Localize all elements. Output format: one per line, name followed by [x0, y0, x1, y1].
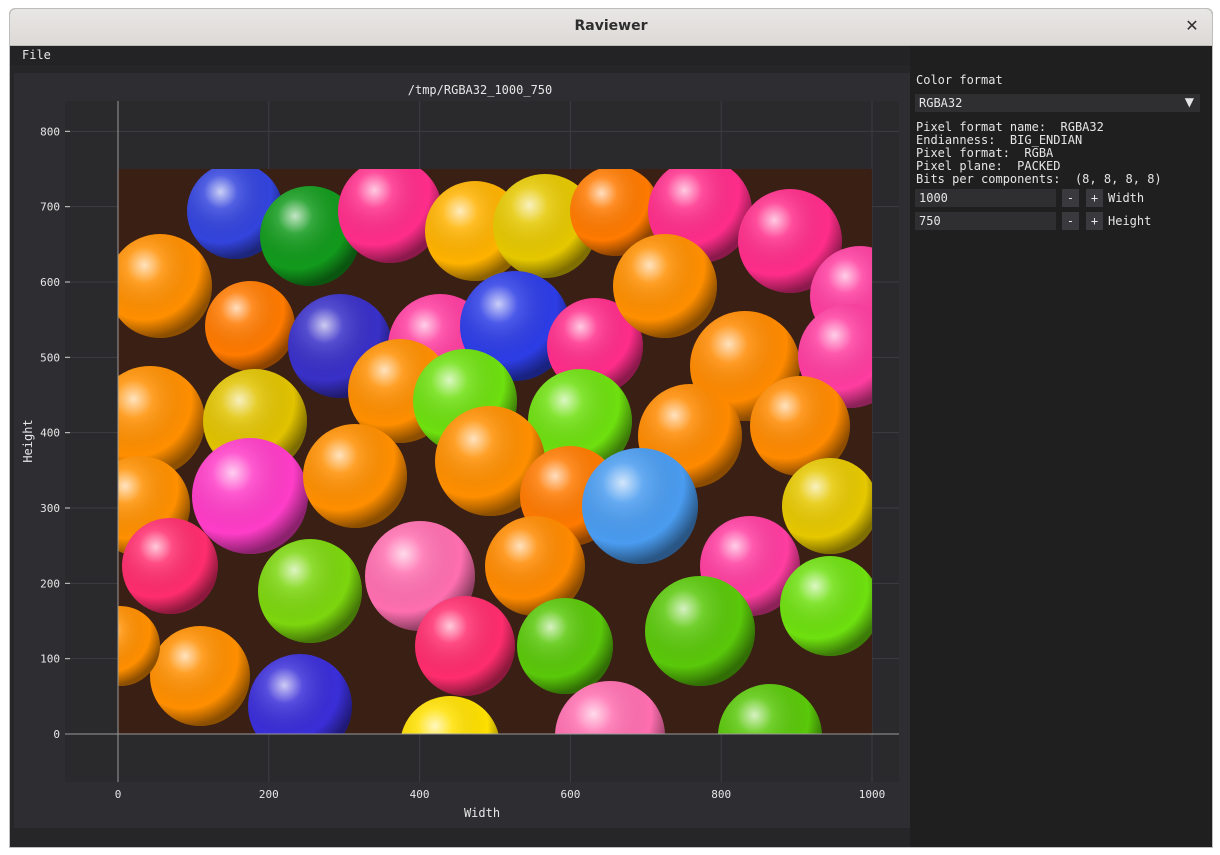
height-increment-button[interactable]: + — [1086, 212, 1103, 230]
title-bar: Raviewer ✕ — [10, 9, 1212, 46]
ball-shade — [517, 598, 613, 694]
app-window: Raviewer ✕ File /tmp/RGBA32_1000_750 0 2… — [9, 8, 1213, 848]
app-body: File /tmp/RGBA32_1000_750 0 200 400 600 … — [10, 46, 1212, 847]
ball-shade — [118, 234, 212, 338]
height-input[interactable] — [915, 212, 1056, 230]
ball-shade — [415, 596, 515, 696]
y-tick-label: 600 — [40, 276, 60, 289]
chevron-down-icon: ▼ — [1184, 95, 1194, 109]
y-tick-label: 300 — [40, 502, 60, 515]
width-label: Width — [1108, 191, 1145, 205]
ball-shade — [780, 556, 872, 656]
width-input[interactable] — [915, 189, 1056, 207]
ball-shade — [258, 539, 362, 643]
x-tick-label: 0 — [115, 788, 122, 801]
bits-per-components: Bits per components: (8, 8, 8, 8) — [916, 172, 1162, 186]
x-tick-label: 800 — [711, 788, 731, 801]
width-decrement-button[interactable]: - — [1062, 189, 1079, 207]
ball-shade — [582, 448, 698, 564]
y-tick-label: 700 — [40, 201, 60, 214]
ball-shade — [338, 169, 442, 263]
y-tick-label: 100 — [40, 653, 60, 666]
window-title: Raviewer — [574, 18, 648, 34]
width-increment-button[interactable]: + — [1086, 189, 1103, 207]
y-axis-label: Height — [21, 419, 35, 462]
color-format-dropdown[interactable]: RGBA32 ▼ — [915, 94, 1200, 112]
y-tick-label: 800 — [40, 125, 60, 138]
close-icon[interactable]: ✕ — [1182, 16, 1202, 36]
settings-panel: Color format RGBA32 ▼ Pixel format name:… — [910, 46, 1212, 847]
x-tick-label: 1000 — [859, 788, 886, 801]
ball-shade — [782, 458, 872, 554]
x-axis-label: Width — [464, 806, 500, 820]
color-format-label: Color format — [916, 73, 1003, 87]
ball-shade — [645, 576, 755, 686]
image-content — [118, 169, 872, 734]
y-tick-label: 200 — [40, 577, 60, 590]
y-tick-label: 0 — [53, 728, 60, 741]
x-tick-label: 600 — [560, 788, 580, 801]
ball-shade — [150, 626, 250, 726]
width-field[interactable] — [915, 189, 1053, 207]
ball-shade — [613, 234, 717, 338]
image-plot[interactable]: 0 200 400 600 800 1000 0 100 200 300 400 500 600 700 8… — [10, 46, 910, 847]
ball-shade — [122, 518, 218, 614]
y-tick-label: 500 — [40, 351, 60, 364]
height-field[interactable] — [915, 212, 1053, 230]
height-decrement-button[interactable]: - — [1062, 212, 1079, 230]
y-tick-label: 400 — [40, 427, 60, 440]
ball-shade — [303, 424, 407, 528]
ball-shade — [205, 281, 295, 371]
height-label: Height — [1108, 214, 1152, 228]
ball-shade — [192, 438, 308, 554]
x-tick-label: 200 — [259, 788, 279, 801]
color-format-value: RGBA32 — [919, 96, 963, 110]
x-tick-label: 400 — [410, 788, 430, 801]
